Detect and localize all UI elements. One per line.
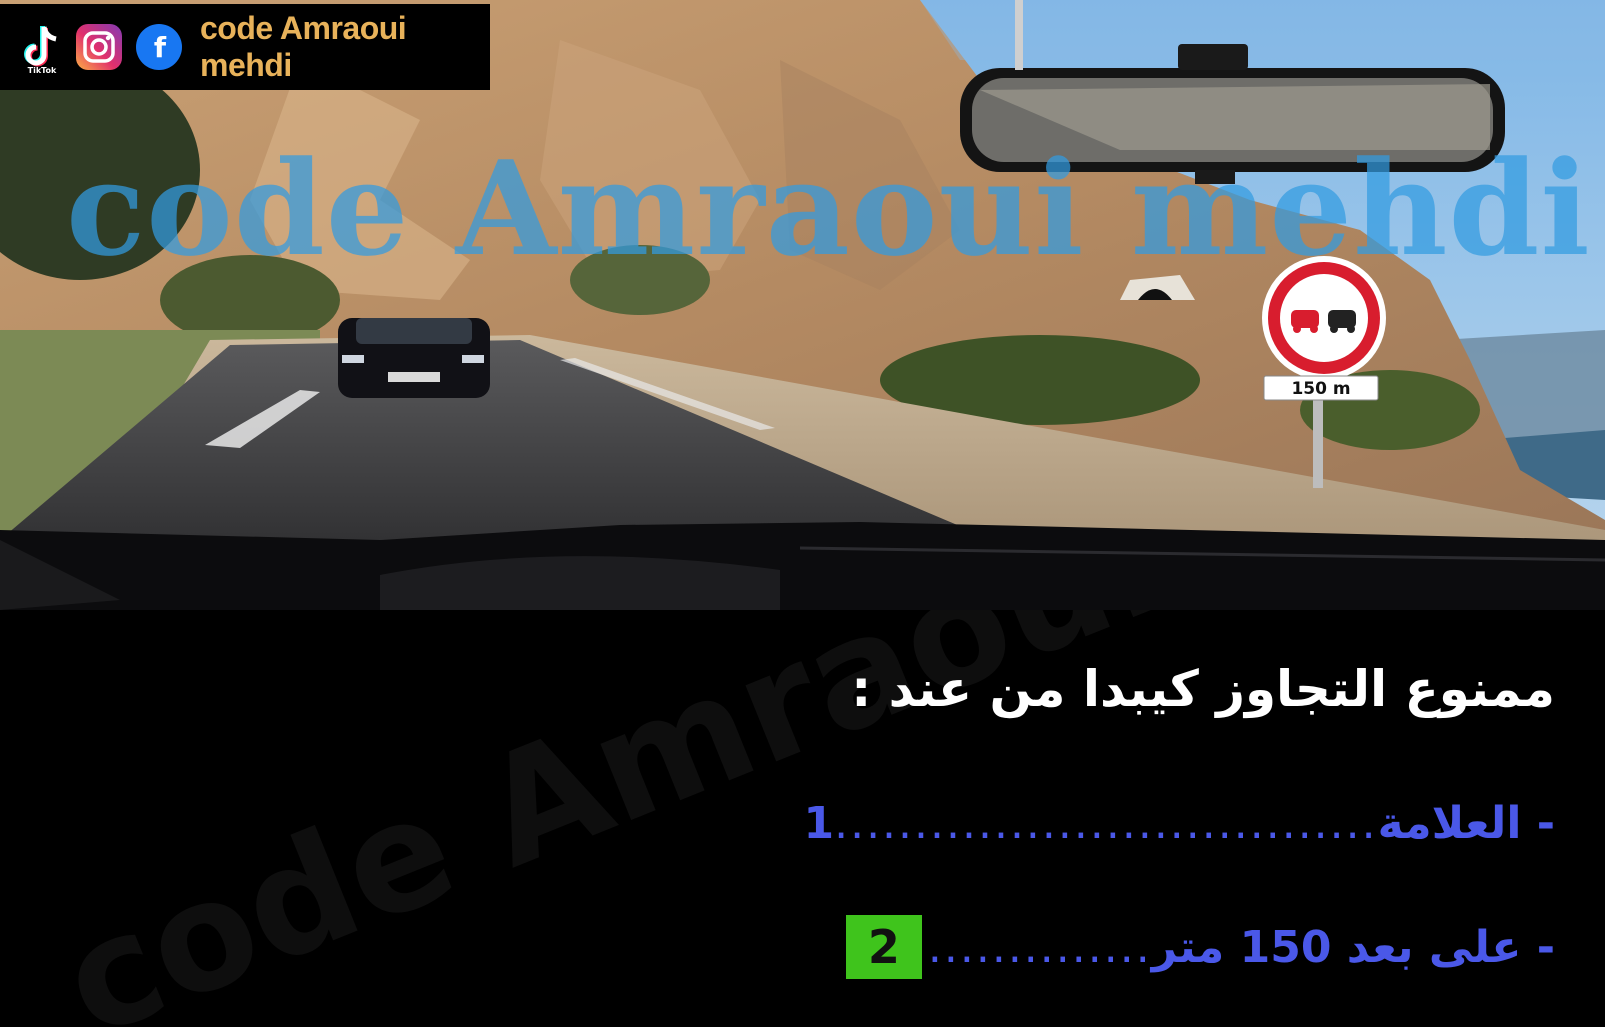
tiktok-icon[interactable]: TikTok — [20, 19, 64, 75]
answer-label: - على بعد 150 متر — [1151, 921, 1555, 973]
facebook-icon[interactable]: f — [134, 22, 184, 72]
brand-name: code Amraoui mehdi — [200, 10, 407, 83]
svg-text:f: f — [154, 31, 167, 64]
svg-text:TikTok: TikTok — [28, 66, 57, 75]
brand-bar: TikTok f code Amraoui mehdi — [0, 4, 490, 90]
question-title: ممنوع التجاوز كيبدا من عند : — [851, 660, 1555, 718]
question-panel: code Amraoui mehdi ممنوع التجاوز كيبدا م… — [0, 610, 1605, 1027]
driving-scene-image: 150 m — [0, 0, 1605, 610]
answer-option-1[interactable]: - العلامة ..............................… — [803, 798, 1555, 849]
answer-number: 1 — [803, 798, 835, 849]
svg-text:150 m: 150 m — [1291, 379, 1350, 399]
watermark-overlay-top: code Amraoui mehdi — [66, 132, 1591, 285]
answer-dots: .............. — [927, 921, 1152, 973]
answer-label: - العلامة — [1377, 798, 1555, 849]
answer-option-2[interactable]: - على بعد 150 متر .............. 2 — [845, 915, 1555, 979]
answer-number-highlighted: 2 — [845, 915, 922, 979]
answer-dots: .................................. — [834, 798, 1378, 849]
instagram-icon[interactable] — [74, 22, 124, 72]
